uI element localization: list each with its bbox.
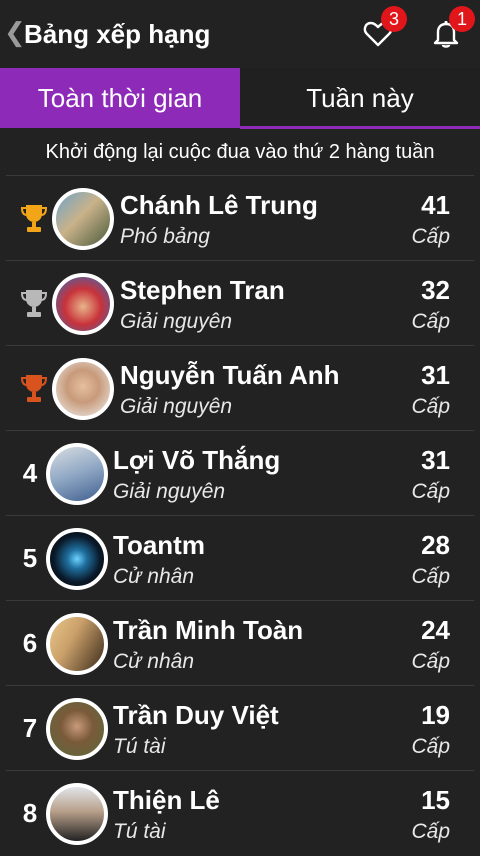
player-level: 15 <box>421 785 450 815</box>
player-name[interactable]: Lợi Võ Thắng <box>113 444 280 476</box>
player-level: 28 <box>421 530 450 560</box>
player-name[interactable]: Stephen Tran <box>120 274 285 306</box>
player-name[interactable]: Nguyễn Tuấn Anh <box>120 359 340 391</box>
favorites-badge: 3 <box>381 6 407 32</box>
rank-number: 5 <box>22 543 38 573</box>
level-label: Cấp <box>411 310 450 333</box>
player-level: 31 <box>421 360 450 390</box>
player-title: Giải nguyên <box>120 310 233 333</box>
player-name[interactable]: Chánh Lê Trung <box>120 189 318 221</box>
level-label: Cấp <box>411 650 450 673</box>
gold-trophy-icon <box>20 205 48 232</box>
avatar[interactable] <box>46 783 108 845</box>
rank-number: 7 <box>22 713 38 743</box>
player-title: Cử nhân <box>113 650 195 673</box>
bronze-trophy-icon <box>20 375 48 402</box>
player-name[interactable]: Trần Duy Việt <box>113 699 279 731</box>
leaderboard-row[interactable]: Stephen Tran Giải nguyên 32 Cấp <box>6 260 474 346</box>
player-level: 41 <box>421 190 450 220</box>
notifications-badge: 1 <box>449 6 475 32</box>
level-label: Cấp <box>411 565 450 588</box>
player-title: Tú tài <box>113 735 166 758</box>
leaderboard-row[interactable]: 8 Thiện Lê Tú tài 15 Cấp <box>6 770 474 856</box>
avatar[interactable] <box>52 188 114 250</box>
rank-number: 6 <box>22 628 38 658</box>
level-label: Cấp <box>411 735 450 758</box>
app-header: ❮ Bảng xếp hạng 3 1 <box>0 0 480 68</box>
leaderboard-row[interactable]: 5 Toantm Cử nhân 28 Cấp <box>6 515 474 601</box>
player-title: Giải nguyên <box>113 480 226 503</box>
level-label: Cấp <box>411 395 450 418</box>
player-title: Giải nguyên <box>120 395 233 418</box>
player-level: 19 <box>421 700 450 730</box>
chevron-left-icon[interactable]: ❮ <box>4 18 26 48</box>
avatar[interactable] <box>46 613 108 675</box>
avatar[interactable] <box>46 698 108 760</box>
avatar[interactable] <box>52 358 114 420</box>
player-level: 31 <box>421 445 450 475</box>
tab-bar: Toàn thời gian Tuần này <box>0 68 480 128</box>
player-title: Phó bảng <box>120 225 210 248</box>
silver-trophy-icon <box>20 290 48 317</box>
leaderboard-row[interactable]: 6 Trần Minh Toàn Cử nhân 24 Cấp <box>6 600 474 686</box>
reset-notice: Khởi động lại cuộc đua vào thứ 2 hàng tu… <box>45 141 435 163</box>
tab-this-week[interactable]: Tuần này <box>240 68 480 128</box>
page-title: Bảng xếp hạng <box>24 19 211 49</box>
player-name[interactable]: Thiện Lê <box>113 784 220 816</box>
player-name[interactable]: Toantm <box>113 529 205 561</box>
player-title: Cử nhân <box>113 565 195 588</box>
leaderboard-row[interactable]: 7 Trần Duy Việt Tú tài 19 Cấp <box>6 685 474 771</box>
rank-number: 4 <box>22 458 38 488</box>
player-title: Tú tài <box>113 820 166 843</box>
player-name[interactable]: Trần Minh Toàn <box>113 614 303 646</box>
leaderboard-row[interactable]: 4 Lợi Võ Thắng Giải nguyên 31 Cấp <box>6 430 474 516</box>
level-label: Cấp <box>411 820 450 843</box>
tab-all-time[interactable]: Toàn thời gian <box>0 68 240 128</box>
avatar[interactable] <box>46 528 108 590</box>
avatar[interactable] <box>52 273 114 335</box>
leaderboard-row[interactable]: Chánh Lê Trung Phó bảng 41 Cấp <box>6 175 474 261</box>
avatar[interactable] <box>46 443 108 505</box>
player-level: 32 <box>421 275 450 305</box>
level-label: Cấp <box>411 480 450 503</box>
leaderboard-row[interactable]: Nguyễn Tuấn Anh Giải nguyên 31 Cấp <box>6 345 474 431</box>
level-label: Cấp <box>411 225 450 248</box>
player-level: 24 <box>421 615 450 645</box>
tab-underline <box>240 126 480 129</box>
rank-number: 8 <box>22 798 38 828</box>
